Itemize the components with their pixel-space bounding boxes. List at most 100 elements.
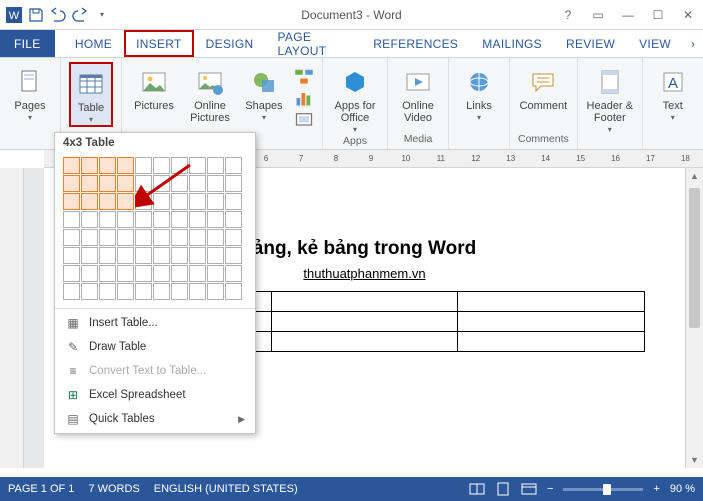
table-grid-cell[interactable] — [207, 247, 224, 264]
ruler-vertical[interactable] — [0, 168, 24, 468]
table-grid-cell[interactable] — [117, 247, 134, 264]
screenshot-icon[interactable] — [294, 110, 314, 130]
tab-view[interactable]: VIEW — [627, 30, 683, 57]
table-grid-cell[interactable] — [135, 157, 152, 174]
web-layout-icon[interactable] — [521, 482, 537, 496]
table-grid-cell[interactable] — [117, 229, 134, 246]
online-video-button[interactable]: Online Video — [396, 62, 440, 124]
table-grid-cell[interactable] — [81, 229, 98, 246]
table-grid-cell[interactable] — [207, 265, 224, 282]
table-grid-cell[interactable] — [117, 211, 134, 228]
save-icon[interactable] — [28, 7, 44, 23]
table-grid-cell[interactable] — [63, 157, 80, 174]
table-grid-cell[interactable] — [225, 265, 242, 282]
table-grid-cell[interactable] — [117, 283, 134, 300]
ribbon-options-icon[interactable]: ▭ — [583, 0, 613, 30]
table-grid-cell[interactable] — [189, 229, 206, 246]
undo-icon[interactable] — [50, 7, 66, 23]
links-button[interactable]: Links ▾ — [457, 62, 501, 123]
tab-page-layout[interactable]: PAGE LAYOUT — [265, 30, 361, 57]
table-grid-cell[interactable] — [207, 175, 224, 192]
table-grid-cell[interactable] — [81, 211, 98, 228]
table-grid-cell[interactable] — [225, 283, 242, 300]
scroll-thumb[interactable] — [689, 188, 700, 328]
table-grid-cell[interactable] — [207, 157, 224, 174]
table-grid-cell[interactable] — [153, 283, 170, 300]
table-grid-cell[interactable] — [171, 157, 188, 174]
zoom-slider[interactable] — [563, 488, 643, 491]
table-grid-cell[interactable] — [153, 193, 170, 210]
table-grid-cell[interactable] — [189, 193, 206, 210]
header-footer-button[interactable]: Header & Footer ▾ — [586, 62, 634, 135]
zoom-in-icon[interactable]: + — [653, 483, 659, 495]
table-grid-cell[interactable] — [135, 247, 152, 264]
table-grid-cell[interactable] — [81, 175, 98, 192]
table-grid-cell[interactable] — [99, 157, 116, 174]
table-grid-cell[interactable] — [153, 157, 170, 174]
pages-button[interactable]: Pages ▾ — [8, 62, 52, 123]
help-icon[interactable]: ? — [553, 0, 583, 30]
table-grid-cell[interactable] — [225, 157, 242, 174]
table-grid-cell[interactable] — [153, 211, 170, 228]
table-grid-cell[interactable] — [135, 283, 152, 300]
table-grid-cell[interactable] — [63, 265, 80, 282]
chart-icon[interactable] — [294, 88, 314, 108]
table-grid-cell[interactable] — [171, 283, 188, 300]
table-grid-cell[interactable] — [207, 211, 224, 228]
table-grid-cell[interactable] — [207, 193, 224, 210]
redo-icon[interactable] — [72, 7, 88, 23]
table-grid-cell[interactable] — [99, 265, 116, 282]
status-page[interactable]: PAGE 1 OF 1 — [8, 483, 74, 495]
table-grid-cell[interactable] — [153, 265, 170, 282]
table-grid-cell[interactable] — [171, 193, 188, 210]
table-grid-cell[interactable] — [189, 211, 206, 228]
table-grid-cell[interactable] — [225, 193, 242, 210]
table-grid-cell[interactable] — [153, 175, 170, 192]
tab-design[interactable]: DESIGN — [194, 30, 266, 57]
tab-references[interactable]: REFERENCES — [361, 30, 470, 57]
table-grid-cell[interactable] — [189, 283, 206, 300]
table-grid-cell[interactable] — [81, 157, 98, 174]
ribbon-overflow-icon[interactable]: › — [683, 30, 703, 57]
status-language[interactable]: ENGLISH (UNITED STATES) — [154, 483, 298, 495]
table-grid-cell[interactable] — [171, 265, 188, 282]
minimize-button[interactable]: — — [613, 0, 643, 30]
table-grid-cell[interactable] — [225, 175, 242, 192]
table-grid-cell[interactable] — [81, 265, 98, 282]
table-grid-cell[interactable] — [117, 265, 134, 282]
table-grid-cell[interactable] — [99, 175, 116, 192]
table-grid-cell[interactable] — [189, 175, 206, 192]
print-layout-icon[interactable] — [495, 482, 511, 496]
online-pictures-button[interactable]: Online Pictures — [186, 62, 234, 124]
tab-home[interactable]: HOME — [63, 30, 124, 57]
table-grid-cell[interactable] — [63, 211, 80, 228]
table-grid-cell[interactable] — [117, 175, 134, 192]
table-grid-cell[interactable] — [225, 229, 242, 246]
table-grid-cell[interactable] — [99, 229, 116, 246]
maximize-button[interactable]: ☐ — [643, 0, 673, 30]
table-grid-cell[interactable] — [189, 157, 206, 174]
pictures-button[interactable]: Pictures — [130, 62, 178, 112]
menu-draw-table[interactable]: ✎ Draw Table — [55, 335, 255, 359]
table-grid-cell[interactable] — [117, 157, 134, 174]
table-grid-cell[interactable] — [81, 247, 98, 264]
table-grid-cell[interactable] — [135, 211, 152, 228]
close-button[interactable]: ✕ — [673, 0, 703, 30]
table-grid-cell[interactable] — [171, 211, 188, 228]
comment-button[interactable]: Comment — [519, 62, 567, 112]
tab-file[interactable]: FILE — [0, 30, 55, 57]
read-mode-icon[interactable] — [469, 482, 485, 496]
table-grid-cell[interactable] — [207, 229, 224, 246]
table-grid-cell[interactable] — [135, 193, 152, 210]
table-grid-cell[interactable] — [153, 229, 170, 246]
apps-button[interactable]: Apps for Office ▾ — [331, 62, 379, 135]
tab-insert[interactable]: INSERT — [124, 30, 194, 57]
table-grid-cell[interactable] — [207, 283, 224, 300]
table-grid-cell[interactable] — [189, 247, 206, 264]
zoom-level[interactable]: 90 % — [670, 483, 695, 495]
table-grid-cell[interactable] — [81, 283, 98, 300]
table-grid-cell[interactable] — [63, 247, 80, 264]
table-grid-picker[interactable] — [55, 153, 255, 308]
table-grid-cell[interactable] — [153, 247, 170, 264]
qat-customize-icon[interactable]: ▾ — [94, 7, 110, 23]
